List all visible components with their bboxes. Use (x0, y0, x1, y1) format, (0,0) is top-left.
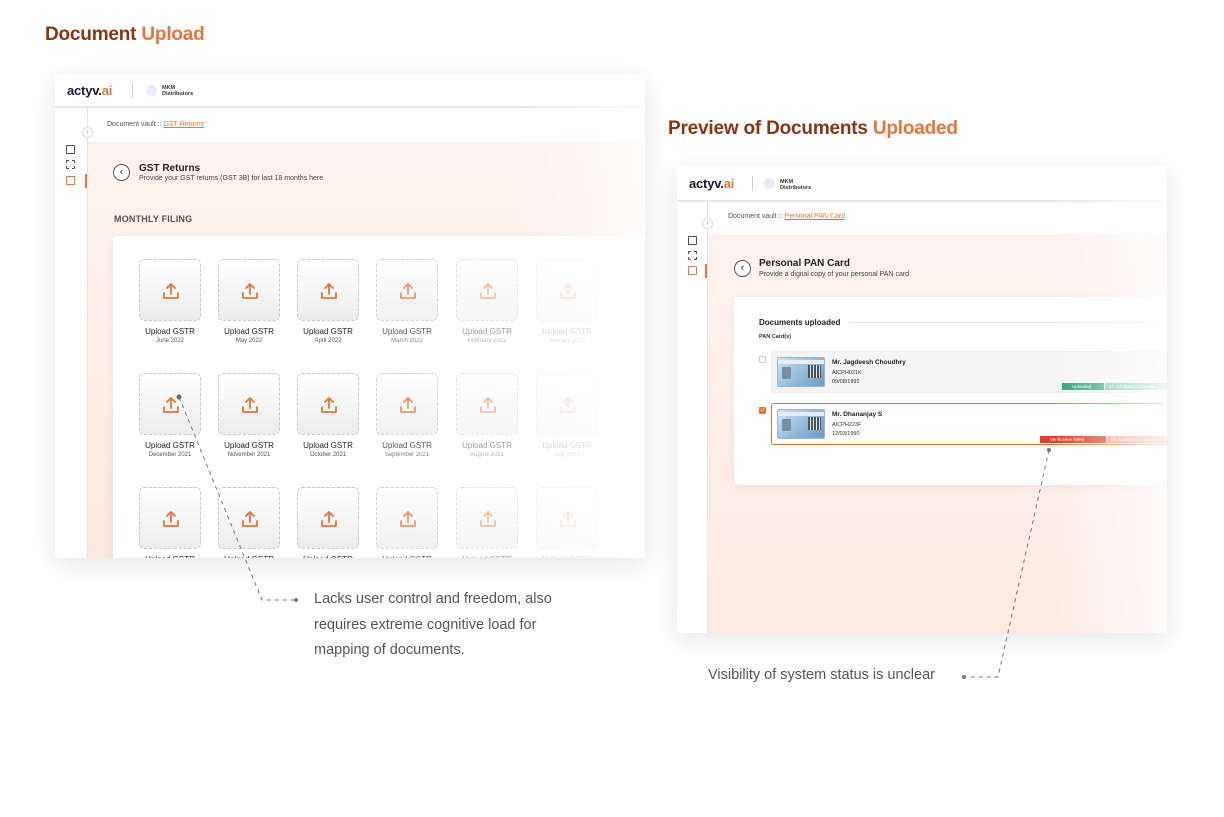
annotation-lines (176, 394, 1051, 679)
annotation-leader-left (178, 396, 296, 601)
annotation-dot (294, 598, 298, 602)
note-line: Lacks user control and freedom, also (314, 591, 552, 607)
annotation-leader-right (966, 449, 1050, 678)
annotation-note-left: Lacks user control and freedom, also req… (314, 587, 552, 664)
annotation-note-right: Visibility of system status is unclear (708, 667, 935, 683)
note-line: requires extreme cognitive load for (314, 616, 537, 633)
annotation-dot (962, 675, 966, 679)
note-line: mapping of documents. (314, 642, 465, 658)
